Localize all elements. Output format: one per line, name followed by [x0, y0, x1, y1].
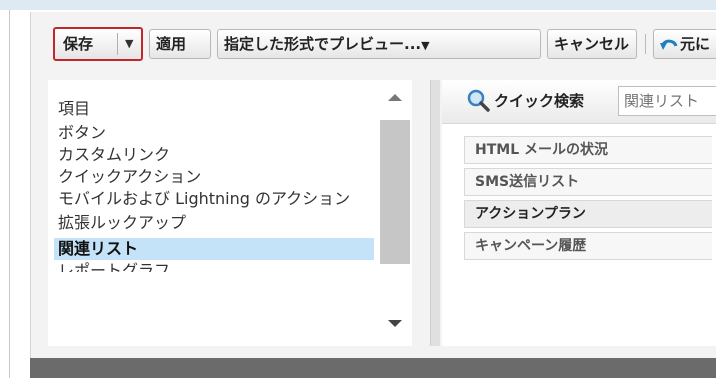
editor-toolbar: 保存 ▼ 適用 指定した形式でプレビュー...▼ キャンセル 元に — [31, 12, 716, 66]
preview-as-button[interactable]: 指定した形式でプレビュー...▼ — [217, 29, 541, 59]
panel-splitter[interactable] — [430, 80, 440, 346]
apply-button-label: 適用 — [156, 35, 187, 53]
quick-search-label: クイック検索 — [494, 92, 585, 110]
palette-content-panel: クイック検索 HTML メールの状況 SMS送信リスト アクションプラン キャン… — [442, 80, 716, 346]
save-split-divider — [117, 33, 118, 55]
chevron-down-icon[interactable]: ▼ — [125, 29, 133, 59]
undo-button-label: 元に — [680, 35, 711, 53]
scroll-down-icon[interactable] — [388, 320, 402, 327]
preview-button-label: 指定した形式でプレビュー... — [224, 35, 422, 53]
palette-item-fields[interactable]: 項目 — [54, 98, 384, 120]
search-icon — [467, 89, 490, 112]
top-strip — [0, 0, 716, 10]
cancel-button-label: キャンセル — [554, 35, 630, 53]
palette-items: 項目 ボタン カスタムリンク クイックアクション モバイルおよび Lightni… — [54, 92, 384, 272]
palette-item-buttons[interactable]: ボタン — [54, 122, 384, 144]
related-list-item-sms-list[interactable]: SMS送信リスト — [464, 168, 712, 196]
quick-search-input[interactable] — [618, 86, 716, 116]
palette-item-mobile-lightning-actions[interactable]: モバイルおよび Lightning のアクション — [54, 188, 374, 210]
chevron-down-icon: ▼ — [421, 39, 430, 52]
palette-item-custom-links[interactable]: カスタムリンク — [54, 144, 384, 166]
palette-item-quick-actions[interactable]: クイックアクション — [54, 166, 384, 188]
save-button-label: 保存 — [63, 35, 94, 53]
undo-icon — [660, 39, 678, 50]
related-list-items: HTML メールの状況 SMS送信リスト アクションプラン キャンペーン履歴 — [464, 136, 716, 264]
palette-item-report-charts[interactable]: レポートグラフ — [54, 260, 384, 272]
related-list-item-action-plans[interactable]: アクションプラン — [464, 200, 712, 228]
undo-button[interactable]: 元に — [653, 29, 716, 59]
cancel-button[interactable]: キャンセル — [547, 29, 637, 59]
quick-search-bar: クイック検索 — [442, 80, 716, 124]
palette-item-related-lists[interactable]: 関連リスト — [54, 238, 374, 260]
toolbar-divider — [645, 34, 646, 54]
related-list-item-html-email-status[interactable]: HTML メールの状況 — [464, 136, 712, 164]
editor-bottom-bar — [30, 358, 716, 378]
palette-scrollbar[interactable] — [380, 88, 410, 346]
left-rule — [9, 10, 10, 378]
apply-button[interactable]: 適用 — [149, 29, 211, 59]
save-button[interactable]: 保存 ▼ — [53, 27, 143, 61]
scrollbar-thumb[interactable] — [380, 120, 410, 264]
scroll-up-icon[interactable] — [388, 94, 402, 101]
related-list-item-campaign-history[interactable]: キャンペーン履歴 — [464, 232, 712, 260]
palette-item-expanded-lookups[interactable]: 拡張ルックアップ — [54, 212, 384, 234]
palette-category-list: 項目 ボタン カスタムリンク クイックアクション モバイルおよび Lightni… — [48, 80, 412, 346]
